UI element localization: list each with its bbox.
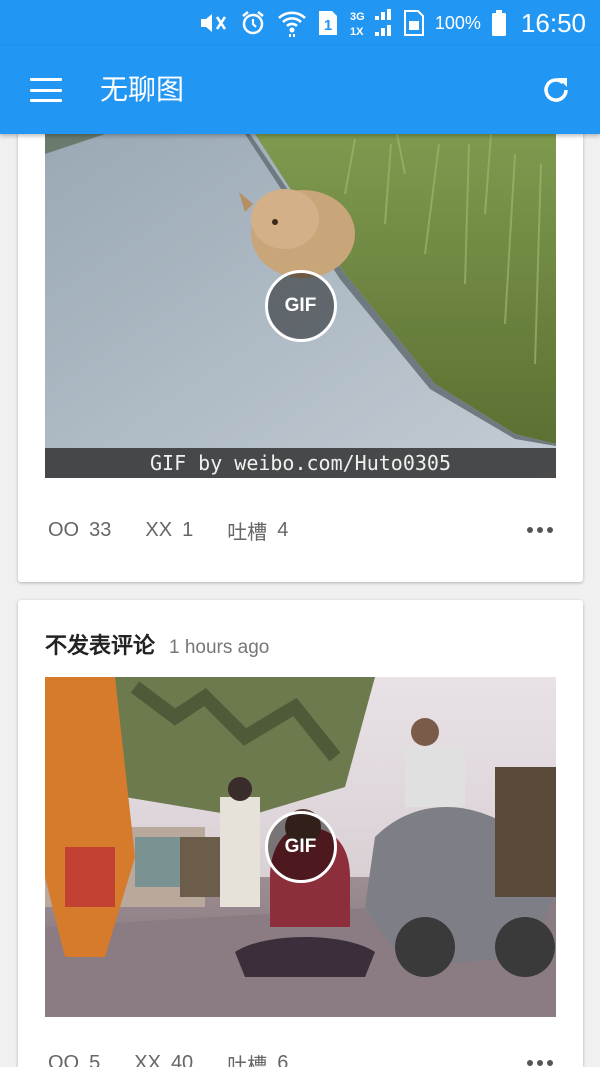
post-card: GIF by weibo.com/Huto0305 GIF OO 33 XX 1…	[18, 110, 583, 582]
svg-text:1: 1	[324, 17, 332, 34]
oo-button[interactable]: OO 33	[48, 519, 111, 542]
oo-label: OO	[48, 1051, 80, 1067]
xx-label: XX	[145, 518, 173, 541]
oo-button[interactable]: OO 5	[48, 1052, 100, 1067]
gif-play-badge[interactable]: GIF	[264, 270, 337, 342]
network-3g-1x-icon: 3G 1X	[349, 8, 393, 38]
xx-count: 1	[182, 518, 194, 541]
comment-label: 吐槽	[227, 1054, 268, 1067]
post-actions: OO 5 XX 40 吐槽 6	[48, 1045, 553, 1067]
comment-button[interactable]: 吐槽 6	[227, 1049, 288, 1067]
status-icons: 1 3G 1X 100% 16:50	[195, 4, 586, 42]
comment-count: 6	[277, 1051, 289, 1067]
xx-button[interactable]: XX 1	[145, 519, 193, 542]
post-header: 不发表评论 1 hours ago	[45, 628, 269, 660]
post-card: 不发表评论 1 hours ago GIF OO 5 XX 40 吐槽 6	[18, 600, 583, 1067]
app-title: 无聊图	[100, 73, 185, 106]
oo-count: 33	[89, 518, 112, 541]
battery-percent: 100%	[434, 12, 481, 33]
comment-label: 吐槽	[227, 521, 268, 544]
hamburger-menu-icon[interactable]	[26, 72, 66, 108]
post-actions: OO 33 XX 1 吐槽 4	[48, 512, 553, 548]
oo-count: 5	[89, 1051, 101, 1067]
comment-count: 4	[277, 518, 289, 541]
oo-label: OO	[48, 518, 80, 541]
gif-play-badge[interactable]: GIF	[264, 811, 337, 883]
more-options-icon[interactable]	[527, 1060, 553, 1066]
battery-icon	[491, 9, 507, 37]
svg-text:3G: 3G	[350, 11, 365, 23]
sim2-icon	[403, 9, 425, 37]
gif-image[interactable]: GIF	[45, 677, 556, 1017]
comment-button[interactable]: 吐槽 4	[227, 516, 288, 545]
refresh-icon[interactable]	[536, 70, 576, 110]
xx-button[interactable]: XX 40	[134, 1052, 193, 1067]
sim1-icon: 1	[317, 9, 339, 37]
more-options-icon[interactable]	[527, 527, 553, 533]
wifi-icon	[277, 9, 307, 37]
status-bar: 1 3G 1X 100% 16:50	[0, 0, 600, 46]
mute-icon	[195, 11, 229, 35]
post-author: 不发表评论	[45, 634, 156, 659]
app-bar: 无聊图	[0, 46, 600, 134]
post-time: 1 hours ago	[169, 637, 270, 658]
clock: 16:50	[520, 7, 586, 38]
xx-count: 40	[170, 1051, 194, 1067]
gif-watermark: GIF by weibo.com/Huto0305	[45, 448, 556, 478]
alarm-icon	[239, 9, 267, 37]
svg-text:1X: 1X	[350, 26, 364, 38]
gif-image[interactable]: GIF by weibo.com/Huto0305 GIF	[45, 134, 556, 478]
xx-label: XX	[134, 1051, 161, 1067]
